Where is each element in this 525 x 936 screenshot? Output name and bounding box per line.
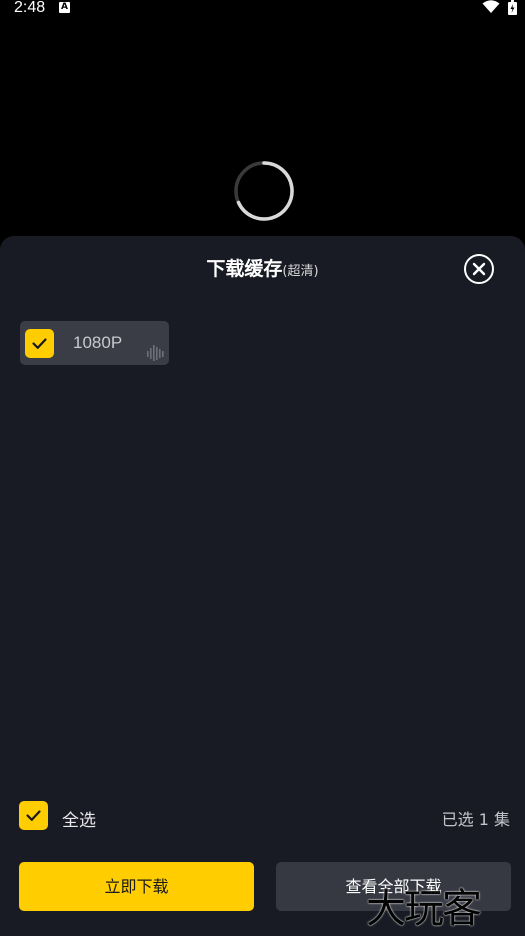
close-button[interactable] bbox=[463, 253, 495, 285]
status-bar: 2:48 A bbox=[0, 0, 525, 18]
sheet-title-quality: (超清) bbox=[282, 264, 319, 279]
sheet-title: 下载缓存(超清) bbox=[0, 254, 525, 281]
watermark: 大玩客 bbox=[366, 886, 482, 932]
download-cache-sheet: 下载缓存(超清) 1080P 全选 已选 1 集 立即下载 查看全部下载 大玩客 bbox=[0, 236, 525, 936]
screen: 2:48 A 下载缓存(超清) 1080P 全选 已选 1 集 立即下载 查看全… bbox=[0, 0, 525, 936]
checkmark-icon bbox=[32, 338, 47, 349]
loading-spinner-icon bbox=[234, 161, 294, 221]
select-all-label[interactable]: 全选 bbox=[62, 806, 96, 831]
quality-option-1080p[interactable]: 1080P bbox=[20, 321, 169, 365]
quality-label: 1080P bbox=[73, 333, 123, 352]
sheet-title-text: 下载缓存 bbox=[206, 258, 283, 280]
video-player[interactable] bbox=[0, 20, 525, 240]
checkmark-icon bbox=[26, 810, 41, 821]
soundwave-icon bbox=[147, 345, 164, 361]
battery-icon bbox=[508, 0, 517, 15]
notification-a-icon: A bbox=[59, 2, 70, 13]
download-now-button[interactable]: 立即下载 bbox=[19, 862, 254, 911]
select-all-checkbox[interactable] bbox=[19, 801, 48, 830]
selected-count: 已选 1 集 bbox=[441, 810, 510, 829]
status-time: 2:48 bbox=[14, 0, 46, 16]
checkbox-checked[interactable] bbox=[25, 329, 54, 358]
wifi-icon bbox=[482, 0, 500, 13]
